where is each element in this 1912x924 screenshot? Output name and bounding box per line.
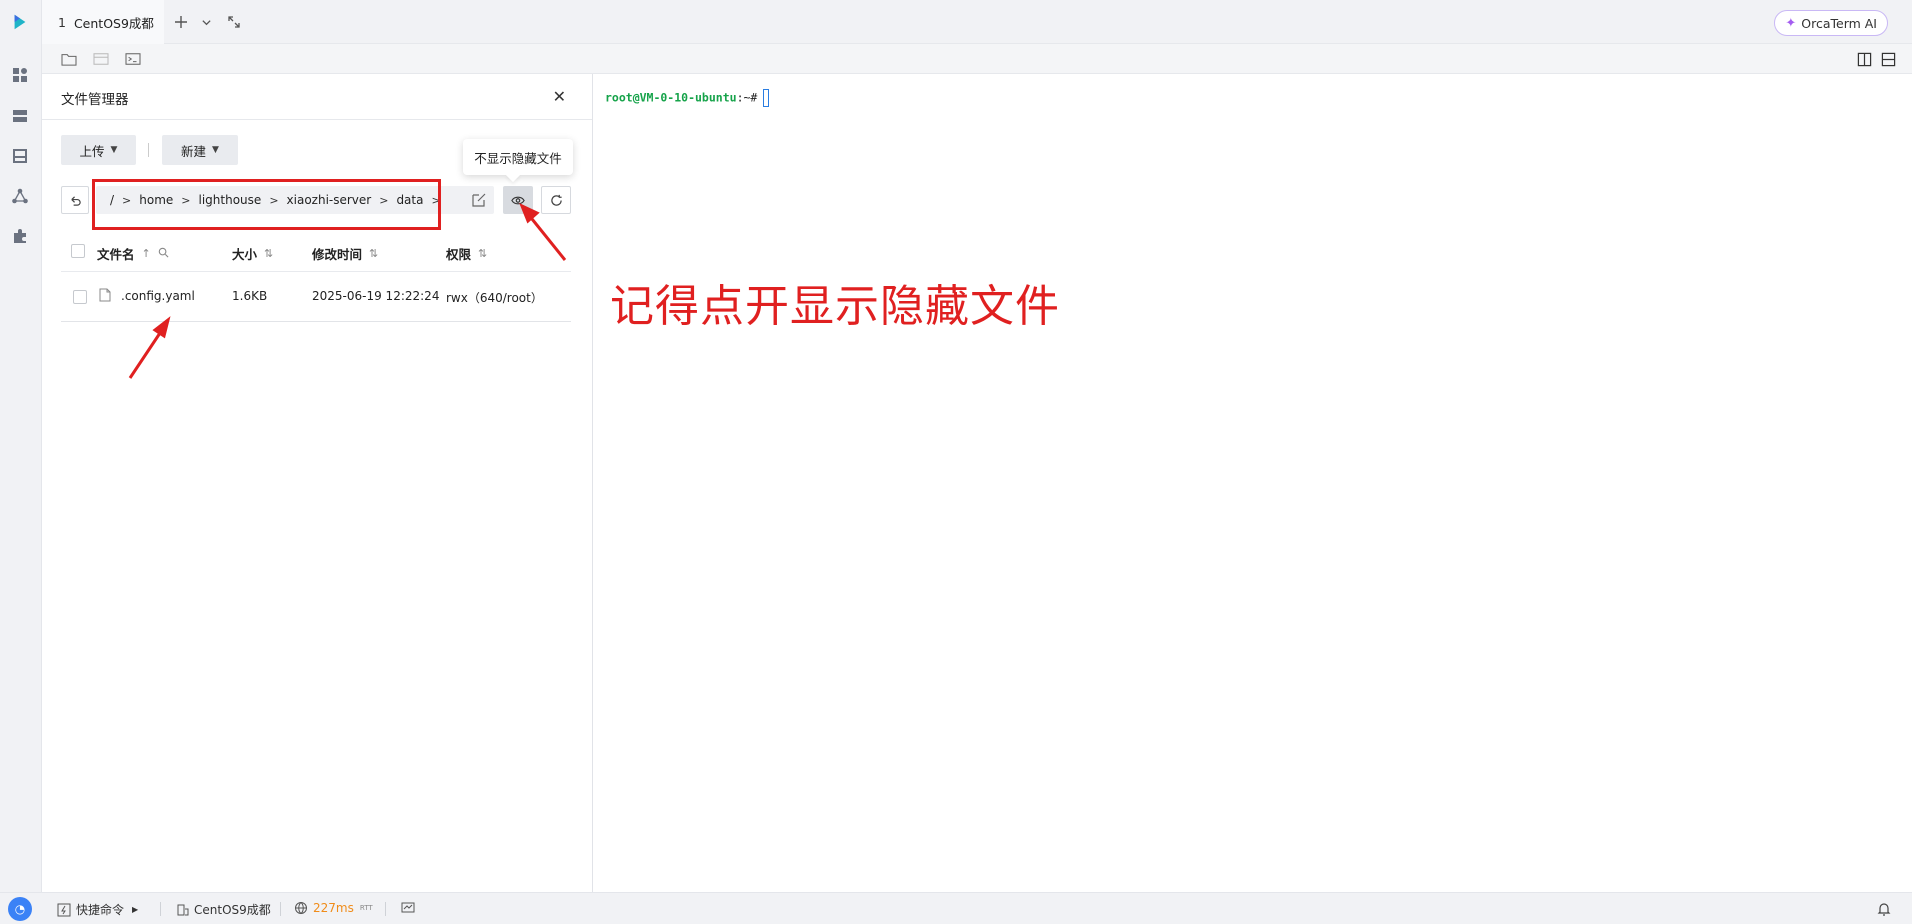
storage-icon[interactable] xyxy=(9,145,31,167)
chevron-down-icon: ▼ xyxy=(212,145,219,155)
edit-path-icon[interactable] xyxy=(471,192,487,208)
new-button[interactable]: 新建 ▼ xyxy=(162,135,238,165)
prompt-user: root@VM-0-10-ubuntu xyxy=(605,90,737,105)
chevron-down-icon[interactable] xyxy=(195,11,217,33)
toggle-hidden-files-button[interactable] xyxy=(503,186,533,214)
divider xyxy=(42,119,592,120)
annotation-path-box xyxy=(92,179,441,230)
sort-ascending-icon[interactable]: ↑ xyxy=(142,247,151,260)
monitor-chart-icon xyxy=(401,902,415,913)
terminal-cursor xyxy=(763,89,770,107)
column-size[interactable]: 大小 ⇅ xyxy=(232,244,273,263)
add-tab-icon[interactable] xyxy=(170,11,192,33)
terminal-window-icon[interactable] xyxy=(123,50,143,68)
secondary-toolbar xyxy=(42,44,1912,74)
column-mtime[interactable]: 修改时间 ⇅ xyxy=(312,244,378,263)
plugin-icon[interactable] xyxy=(9,225,31,247)
quick-command-label: 快捷命令 xyxy=(76,903,125,917)
file-manager-title: 文件管理器 xyxy=(61,92,129,108)
quick-command-button[interactable]: 快捷命令 ▶ xyxy=(57,901,138,918)
sort-icon[interactable]: ⇅ xyxy=(369,247,378,260)
eye-icon xyxy=(511,196,525,204)
terminal-pane[interactable]: root@VM-0-10-ubuntu:~# 记得点开显示隐藏文件 xyxy=(594,74,1912,892)
tab-number: 1 xyxy=(58,14,66,30)
back-button[interactable] xyxy=(61,186,89,214)
left-rail xyxy=(0,0,42,924)
close-icon[interactable]: ✕ xyxy=(553,87,566,106)
column-size-label: 大小 xyxy=(232,247,258,262)
split-vertical-icon[interactable] xyxy=(1854,50,1874,68)
column-name[interactable]: 文件名 ↑ xyxy=(97,244,169,263)
file-name[interactable]: .config.yaml xyxy=(121,289,195,303)
column-perm-label: 权限 xyxy=(446,247,472,262)
divider xyxy=(385,902,386,916)
upload-label: 上传 xyxy=(79,143,105,159)
divider xyxy=(61,271,571,272)
avatar[interactable]: ◔ xyxy=(8,897,32,921)
orcaterm-ai-button[interactable]: ✦ OrcaTerm AI xyxy=(1774,10,1888,36)
logo-icon[interactable] xyxy=(9,11,31,33)
divider xyxy=(148,143,149,157)
sftp-folder-icon[interactable] xyxy=(59,50,79,68)
expand-icon[interactable] xyxy=(223,11,245,33)
hidden-files-tooltip: 不显示隐藏文件 xyxy=(463,139,573,175)
ai-button-label: OrcaTerm AI xyxy=(1801,15,1877,31)
file-transfer-icon[interactable] xyxy=(91,50,111,68)
file-perm: rwx（640/root） xyxy=(446,291,543,305)
network-icon[interactable] xyxy=(9,185,31,207)
host-indicator[interactable]: CentOS9成都 xyxy=(175,901,271,918)
chevron-down-icon: ▼ xyxy=(110,145,118,155)
divider xyxy=(280,902,281,916)
select-all-checkbox[interactable] xyxy=(71,244,85,258)
split-horizontal-icon[interactable] xyxy=(1878,50,1898,68)
sort-icon[interactable]: ⇅ xyxy=(264,247,273,260)
caret-right-icon: ▶ xyxy=(132,905,139,914)
refresh-button[interactable] xyxy=(541,186,571,214)
column-name-label: 文件名 xyxy=(97,247,135,262)
column-perm[interactable]: 权限 ⇅ xyxy=(446,244,487,263)
terminal-prompt: root@VM-0-10-ubuntu:~# xyxy=(605,89,770,107)
status-bar: ◔ 快捷命令 ▶ CentOS9成都 227ms RTT xyxy=(0,892,1912,924)
prompt-path: :~# xyxy=(736,90,758,105)
server-icon xyxy=(177,904,189,915)
latency-indicator[interactable]: 227ms RTT xyxy=(294,901,373,915)
undo-icon xyxy=(70,195,81,206)
tab-label: CentOS9成都 xyxy=(73,15,154,31)
rtt-label: RTT xyxy=(359,904,373,912)
divider xyxy=(61,321,571,322)
file-mtime: 2025-06-19 12:22:24 xyxy=(312,289,440,303)
server-icon[interactable] xyxy=(9,105,31,127)
row-checkbox[interactable] xyxy=(73,290,87,304)
tab-bar: 1 CentOS9成都 ✦ OrcaTerm AI xyxy=(42,0,1912,44)
dashboard-icon[interactable] xyxy=(9,64,31,86)
monitor-button[interactable] xyxy=(401,901,420,915)
upload-button[interactable]: 上传 ▼ xyxy=(61,135,136,165)
search-icon[interactable] xyxy=(158,247,169,261)
file-size: 1.6KB xyxy=(232,289,268,303)
column-mtime-label: 修改时间 xyxy=(312,247,363,262)
tab-centos[interactable]: 1 CentOS9成都 xyxy=(42,0,164,44)
sparkle-icon: ✦ xyxy=(1785,15,1797,31)
bell-icon[interactable] xyxy=(1876,901,1892,917)
host-label: CentOS9成都 xyxy=(194,903,271,917)
file-icon xyxy=(99,288,111,302)
annotation-note: 记得点开显示隐藏文件 xyxy=(610,281,1060,332)
latency-value: 227ms xyxy=(313,901,354,915)
refresh-icon xyxy=(550,194,562,206)
new-label: 新建 xyxy=(181,143,207,159)
lightning-icon xyxy=(57,903,71,916)
sort-icon[interactable]: ⇅ xyxy=(478,247,487,260)
divider xyxy=(160,902,161,916)
globe-icon xyxy=(295,902,307,915)
